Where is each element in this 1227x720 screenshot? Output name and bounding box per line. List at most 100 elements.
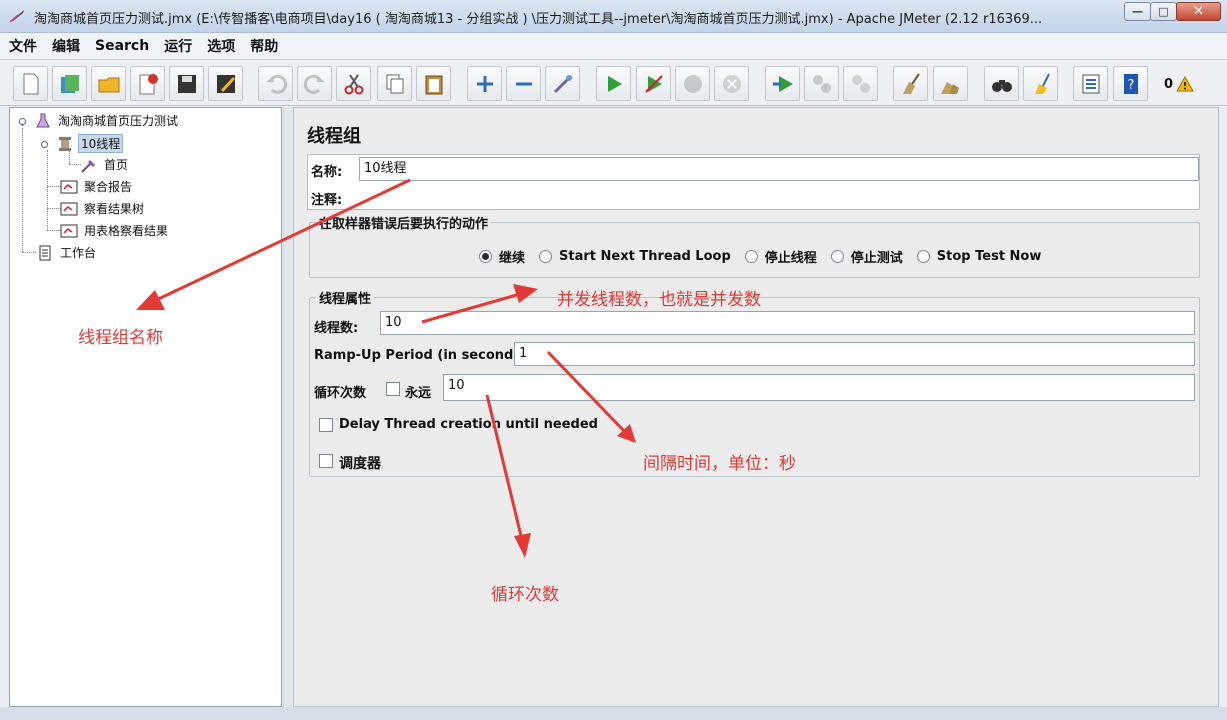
minimize-button[interactable]: — — [1124, 2, 1151, 21]
title-bar: 淘淘商城首页压力测试.jmx (E:\传智播客\电商项目\day16 ( 淘淘商… — [0, 0, 1227, 33]
rampup-input[interactable]: 1 — [514, 342, 1195, 366]
warning-count[interactable]: 0 — [1164, 77, 1173, 92]
broom-icon — [1034, 73, 1050, 94]
warning-icon[interactable] — [1176, 76, 1194, 92]
reset-search-button[interactable] — [1023, 66, 1058, 101]
maximize-button[interactable]: □ — [1150, 2, 1177, 21]
clipboard-icon — [425, 75, 442, 94]
radio-stop-test-now-circle[interactable] — [916, 250, 930, 263]
menu-help[interactable]: 帮助 — [250, 36, 278, 56]
shutdown-icon — [722, 74, 741, 93]
comment-input[interactable] — [353, 185, 1199, 207]
redo-button[interactable] — [297, 66, 332, 101]
panel-title: 线程组 — [307, 126, 361, 147]
expand-all-button[interactable] — [467, 66, 502, 101]
pipette-icon — [80, 157, 98, 173]
menu-run[interactable]: 运行 — [164, 36, 192, 56]
remote-start-icon — [772, 75, 793, 92]
radio-stop-test-now[interactable]: Stop Test Now — [916, 249, 1042, 264]
panel-splitter[interactable] — [283, 107, 293, 707]
chart-report-icon — [60, 201, 78, 217]
save-button[interactable] — [169, 66, 204, 101]
shutdown-button[interactable] — [714, 66, 749, 101]
start-button[interactable] — [596, 66, 631, 101]
tree-root-test-plan[interactable]: 淘淘商城首页压力测试 — [34, 112, 180, 129]
stop-button[interactable] — [675, 66, 710, 101]
chart-report-icon — [60, 179, 78, 195]
clear-all-button[interactable] — [933, 66, 968, 101]
annotation-group-name: 线程组名称 — [78, 328, 163, 348]
radio-continue-circle[interactable] — [479, 250, 492, 263]
radio-start-next-loop[interactable]: Start Next Thread Loop — [539, 249, 731, 264]
delay-thread-creation-checkbox[interactable] — [319, 418, 333, 432]
tree-workbench[interactable]: 工作台 — [36, 244, 98, 261]
menu-file[interactable]: 文件 — [9, 36, 37, 56]
paste-button[interactable] — [416, 66, 451, 101]
flask-icon — [34, 113, 52, 129]
copy-button[interactable] — [377, 66, 412, 101]
test-plan-tree: 淘淘商城首页压力测试 10线程 首页 聚合报告 察看结果树 用表格察看结果 工作… — [9, 107, 282, 707]
radio-stop-thread-circle[interactable] — [744, 250, 758, 263]
loop-count-input[interactable]: 10 — [443, 374, 1195, 401]
broom-clear-icon — [902, 72, 920, 94]
threads-label: 线程数: — [314, 321, 359, 336]
tree-thread-group-label: 10线程 — [78, 134, 124, 153]
start-no-pauses-button[interactable] — [636, 66, 671, 101]
name-comment-box: 名称: 10线程 注释: — [307, 154, 1200, 210]
menu-edit[interactable]: 编辑 — [52, 36, 80, 56]
jmeter-feather-icon — [9, 10, 24, 23]
radio-stop-test-circle[interactable] — [830, 250, 844, 263]
window-bottom-edge — [0, 707, 1227, 720]
loop-label: 循环次数 — [314, 386, 367, 401]
root-expand-toggle[interactable] — [18, 117, 27, 126]
radio-continue-label: 继续 — [499, 251, 526, 266]
radio-continue[interactable]: 继续 — [479, 247, 525, 266]
remote-stop-button[interactable] — [804, 66, 839, 101]
name-label: 名称: — [311, 165, 343, 180]
new-button[interactable] — [13, 66, 48, 101]
collapse-all-button[interactable] — [506, 66, 541, 101]
comment-label: 注释: — [311, 193, 343, 208]
remote-shutdown-button[interactable] — [843, 66, 878, 101]
threads-input[interactable]: 10 — [380, 311, 1195, 335]
help-button[interactable]: ? — [1113, 66, 1148, 101]
search-button[interactable] — [984, 66, 1019, 101]
remote-start-button[interactable] — [765, 66, 800, 101]
menu-options[interactable]: 选项 — [207, 36, 235, 56]
radio-stop-test[interactable]: 停止测试 — [830, 247, 903, 266]
radio-start-next-loop-circle[interactable] — [539, 250, 553, 263]
remote-stop-icon — [812, 74, 831, 93]
tree-listener-table[interactable]: 用表格察看结果 — [60, 222, 170, 239]
cut-button[interactable] — [336, 66, 371, 101]
templates-button[interactable] — [52, 66, 87, 101]
scheduler-label: 调度器 — [339, 456, 381, 472]
radio-stop-thread[interactable]: 停止线程 — [744, 247, 817, 266]
chart-report-icon — [60, 223, 78, 239]
tree-listener-label: 聚合报告 — [84, 180, 133, 194]
tree-thread-group[interactable]: 10线程 — [56, 134, 124, 153]
close-file-icon — [139, 73, 158, 94]
menu-search[interactable]: Search — [95, 38, 149, 54]
function-helper-button[interactable] — [1073, 66, 1108, 101]
tree-sampler-home[interactable]: 首页 — [80, 156, 130, 173]
close-icon: ✕ — [1193, 4, 1204, 19]
undo-button[interactable] — [258, 66, 293, 101]
toggle-button[interactable] — [545, 66, 580, 101]
tree-listener-results-tree[interactable]: 察看结果树 — [60, 200, 146, 217]
radio-stop-test-now-label: Stop Test Now — [936, 249, 1042, 264]
play-icon — [607, 75, 622, 92]
tree-listener-aggregate[interactable]: 聚合报告 — [60, 178, 134, 195]
name-input[interactable]: 10线程 — [359, 157, 1199, 181]
annotation-threads: 并发线程数，也就是并发数 — [557, 290, 761, 310]
clear-button[interactable] — [893, 66, 928, 101]
redo-icon — [303, 74, 325, 94]
error-action-legend: 在取样器错误后要执行的动作 — [316, 213, 492, 232]
close-file-button[interactable] — [130, 66, 165, 101]
close-button[interactable]: ✕ — [1176, 2, 1221, 21]
save-as-button[interactable] — [208, 66, 243, 101]
forever-checkbox[interactable] — [386, 382, 400, 396]
radio-stop-test-label: 停止测试 — [850, 251, 903, 266]
thread-group-expand-toggle[interactable] — [40, 140, 49, 149]
scheduler-checkbox[interactable] — [319, 454, 333, 468]
open-button[interactable] — [91, 66, 126, 101]
